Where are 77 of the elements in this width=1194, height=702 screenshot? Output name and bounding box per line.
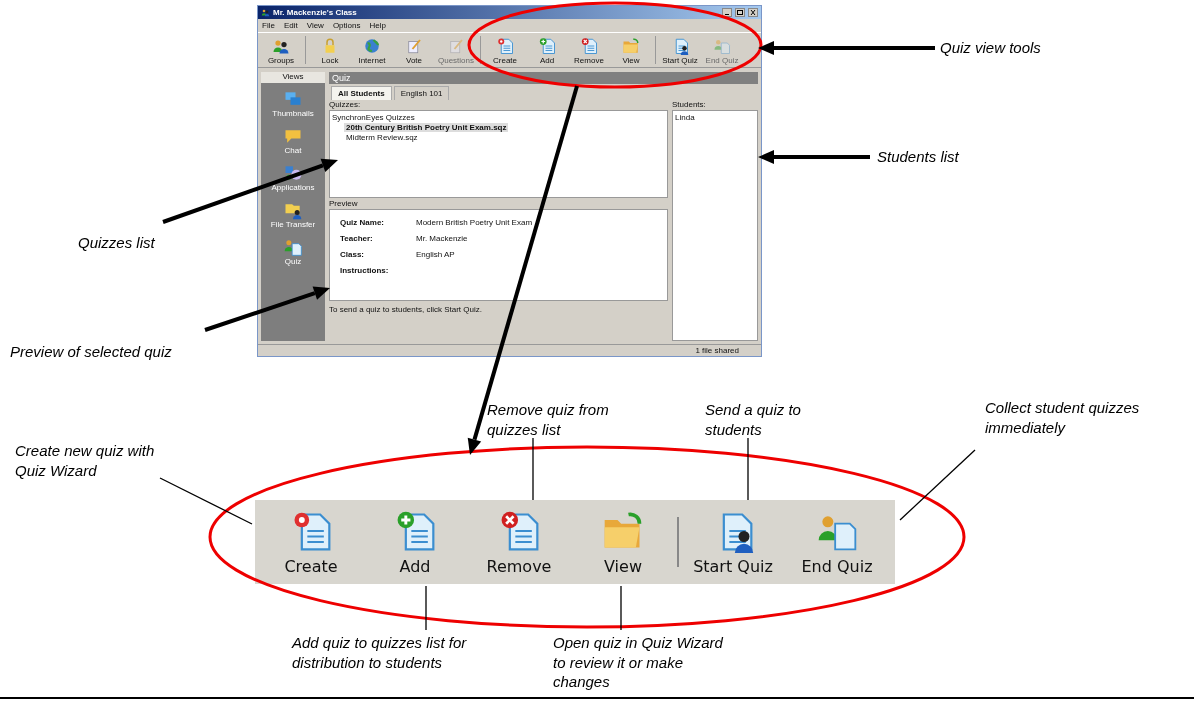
callout-text: Quizzes list (78, 233, 155, 253)
add-document-icon (538, 37, 556, 55)
maximize-icon (736, 9, 744, 16)
tab[interactable]: All Students (331, 86, 392, 100)
callout-text: Students list (877, 147, 959, 167)
pencil-icon (447, 37, 465, 55)
toolbar-button[interactable]: Groups (260, 37, 302, 67)
toolbar-button[interactable]: Remove (568, 37, 610, 67)
toolbar-button[interactable]: Lock (309, 37, 351, 67)
student-item[interactable]: Linda (675, 113, 755, 122)
people-document-icon (713, 37, 731, 55)
hint-text: To send a quiz to students, click Start Quiz. (329, 305, 483, 314)
applications-icon (283, 163, 303, 183)
views-header: Views (261, 72, 325, 83)
people-icon (272, 37, 290, 55)
panel-title: Quiz (329, 72, 758, 84)
field-label: Teacher: (340, 234, 374, 243)
leader-line (620, 585, 622, 631)
tree-folder-item[interactable]: SynchronEyes Quizzes (332, 113, 665, 122)
tab[interactable]: English 101 (393, 86, 450, 100)
toolbar-button[interactable]: Internet (351, 37, 393, 67)
people-document-icon (283, 237, 303, 257)
callout-text: Quiz view tools (940, 38, 1041, 58)
callout-text: Remove quiz from quizzes list (487, 400, 610, 439)
sidebar-item[interactable]: Applications (271, 163, 315, 192)
callout-text: Send a quiz to students (705, 400, 802, 439)
field-label: Quiz Name: (340, 218, 385, 227)
minimize-button[interactable] (722, 8, 732, 17)
app-icon (261, 8, 270, 17)
toolbar-button[interactable]: End Quiz (787, 504, 887, 580)
folder-icon (622, 37, 640, 55)
toolbar-button[interactable]: Remove (469, 504, 569, 580)
field-label: Instructions: (340, 266, 390, 275)
menu-item[interactable]: File (262, 21, 275, 30)
students-label: Students: (672, 100, 707, 109)
new-document-icon (496, 37, 514, 55)
quizzes-label: Quizzes: (329, 100, 362, 109)
toolbar-button[interactable]: Create (261, 504, 361, 580)
maximize-button[interactable] (735, 8, 745, 17)
status-text: 1 file shared (695, 346, 739, 355)
menu-item[interactable]: View (306, 21, 324, 30)
menu-item[interactable]: Options (332, 21, 361, 30)
callout-text: Add quiz to quizzes list for distribution to students (292, 633, 468, 672)
field-value: English AP (416, 250, 456, 259)
window-title: Mr. Mackenzie's Class (273, 8, 357, 17)
preview-label: Preview (329, 199, 359, 208)
callout-text: Preview of selected quiz (10, 342, 172, 362)
field-value: Mr. Mackenzie (416, 234, 469, 243)
toolbar-button[interactable]: Vote (393, 37, 435, 67)
sidebar-item[interactable]: Chat (283, 126, 303, 155)
toolbar-button[interactable]: View (610, 37, 652, 67)
leader-line (425, 585, 427, 631)
callout-text: Create new quiz with Quiz Wizard (15, 441, 156, 480)
sidebar-item[interactable]: Thumbnails (272, 89, 314, 118)
field-value: Modern British Poetry Unit Exam (416, 218, 534, 227)
close-button[interactable] (748, 8, 758, 17)
toolbar-button[interactable]: Add (365, 504, 465, 580)
menu-item[interactable]: Edit (283, 21, 298, 30)
toolbar-button[interactable]: Create (484, 37, 526, 67)
callout-text: Open quiz in Quiz Wizard to review it or make changes (553, 633, 723, 692)
sidebar-item[interactable]: File Transfer (270, 200, 316, 229)
toolbar-button[interactable]: Start Quiz (659, 37, 701, 67)
quiz-file-item[interactable]: 20th Century British Poetry Unit Exam.sqz (344, 123, 509, 132)
pencil-icon (405, 37, 423, 55)
toolbar-button[interactable]: View (573, 504, 673, 580)
sidebar-item[interactable]: Quiz (283, 237, 303, 266)
leader-line (747, 437, 749, 501)
toolbar-button[interactable]: Start Quiz (683, 504, 783, 580)
quiz-file-item[interactable]: Midterm Review.sqz (344, 133, 420, 142)
remove-document-icon (580, 37, 598, 55)
close-icon (749, 9, 757, 16)
menu-item[interactable]: Help (369, 21, 386, 30)
globe-icon (363, 37, 381, 55)
callout-text: Collect student quizzes immediately (985, 398, 1141, 437)
leader-line (532, 437, 534, 501)
toolbar-button[interactable]: Add (526, 37, 568, 67)
field-label: Class: (340, 250, 365, 259)
